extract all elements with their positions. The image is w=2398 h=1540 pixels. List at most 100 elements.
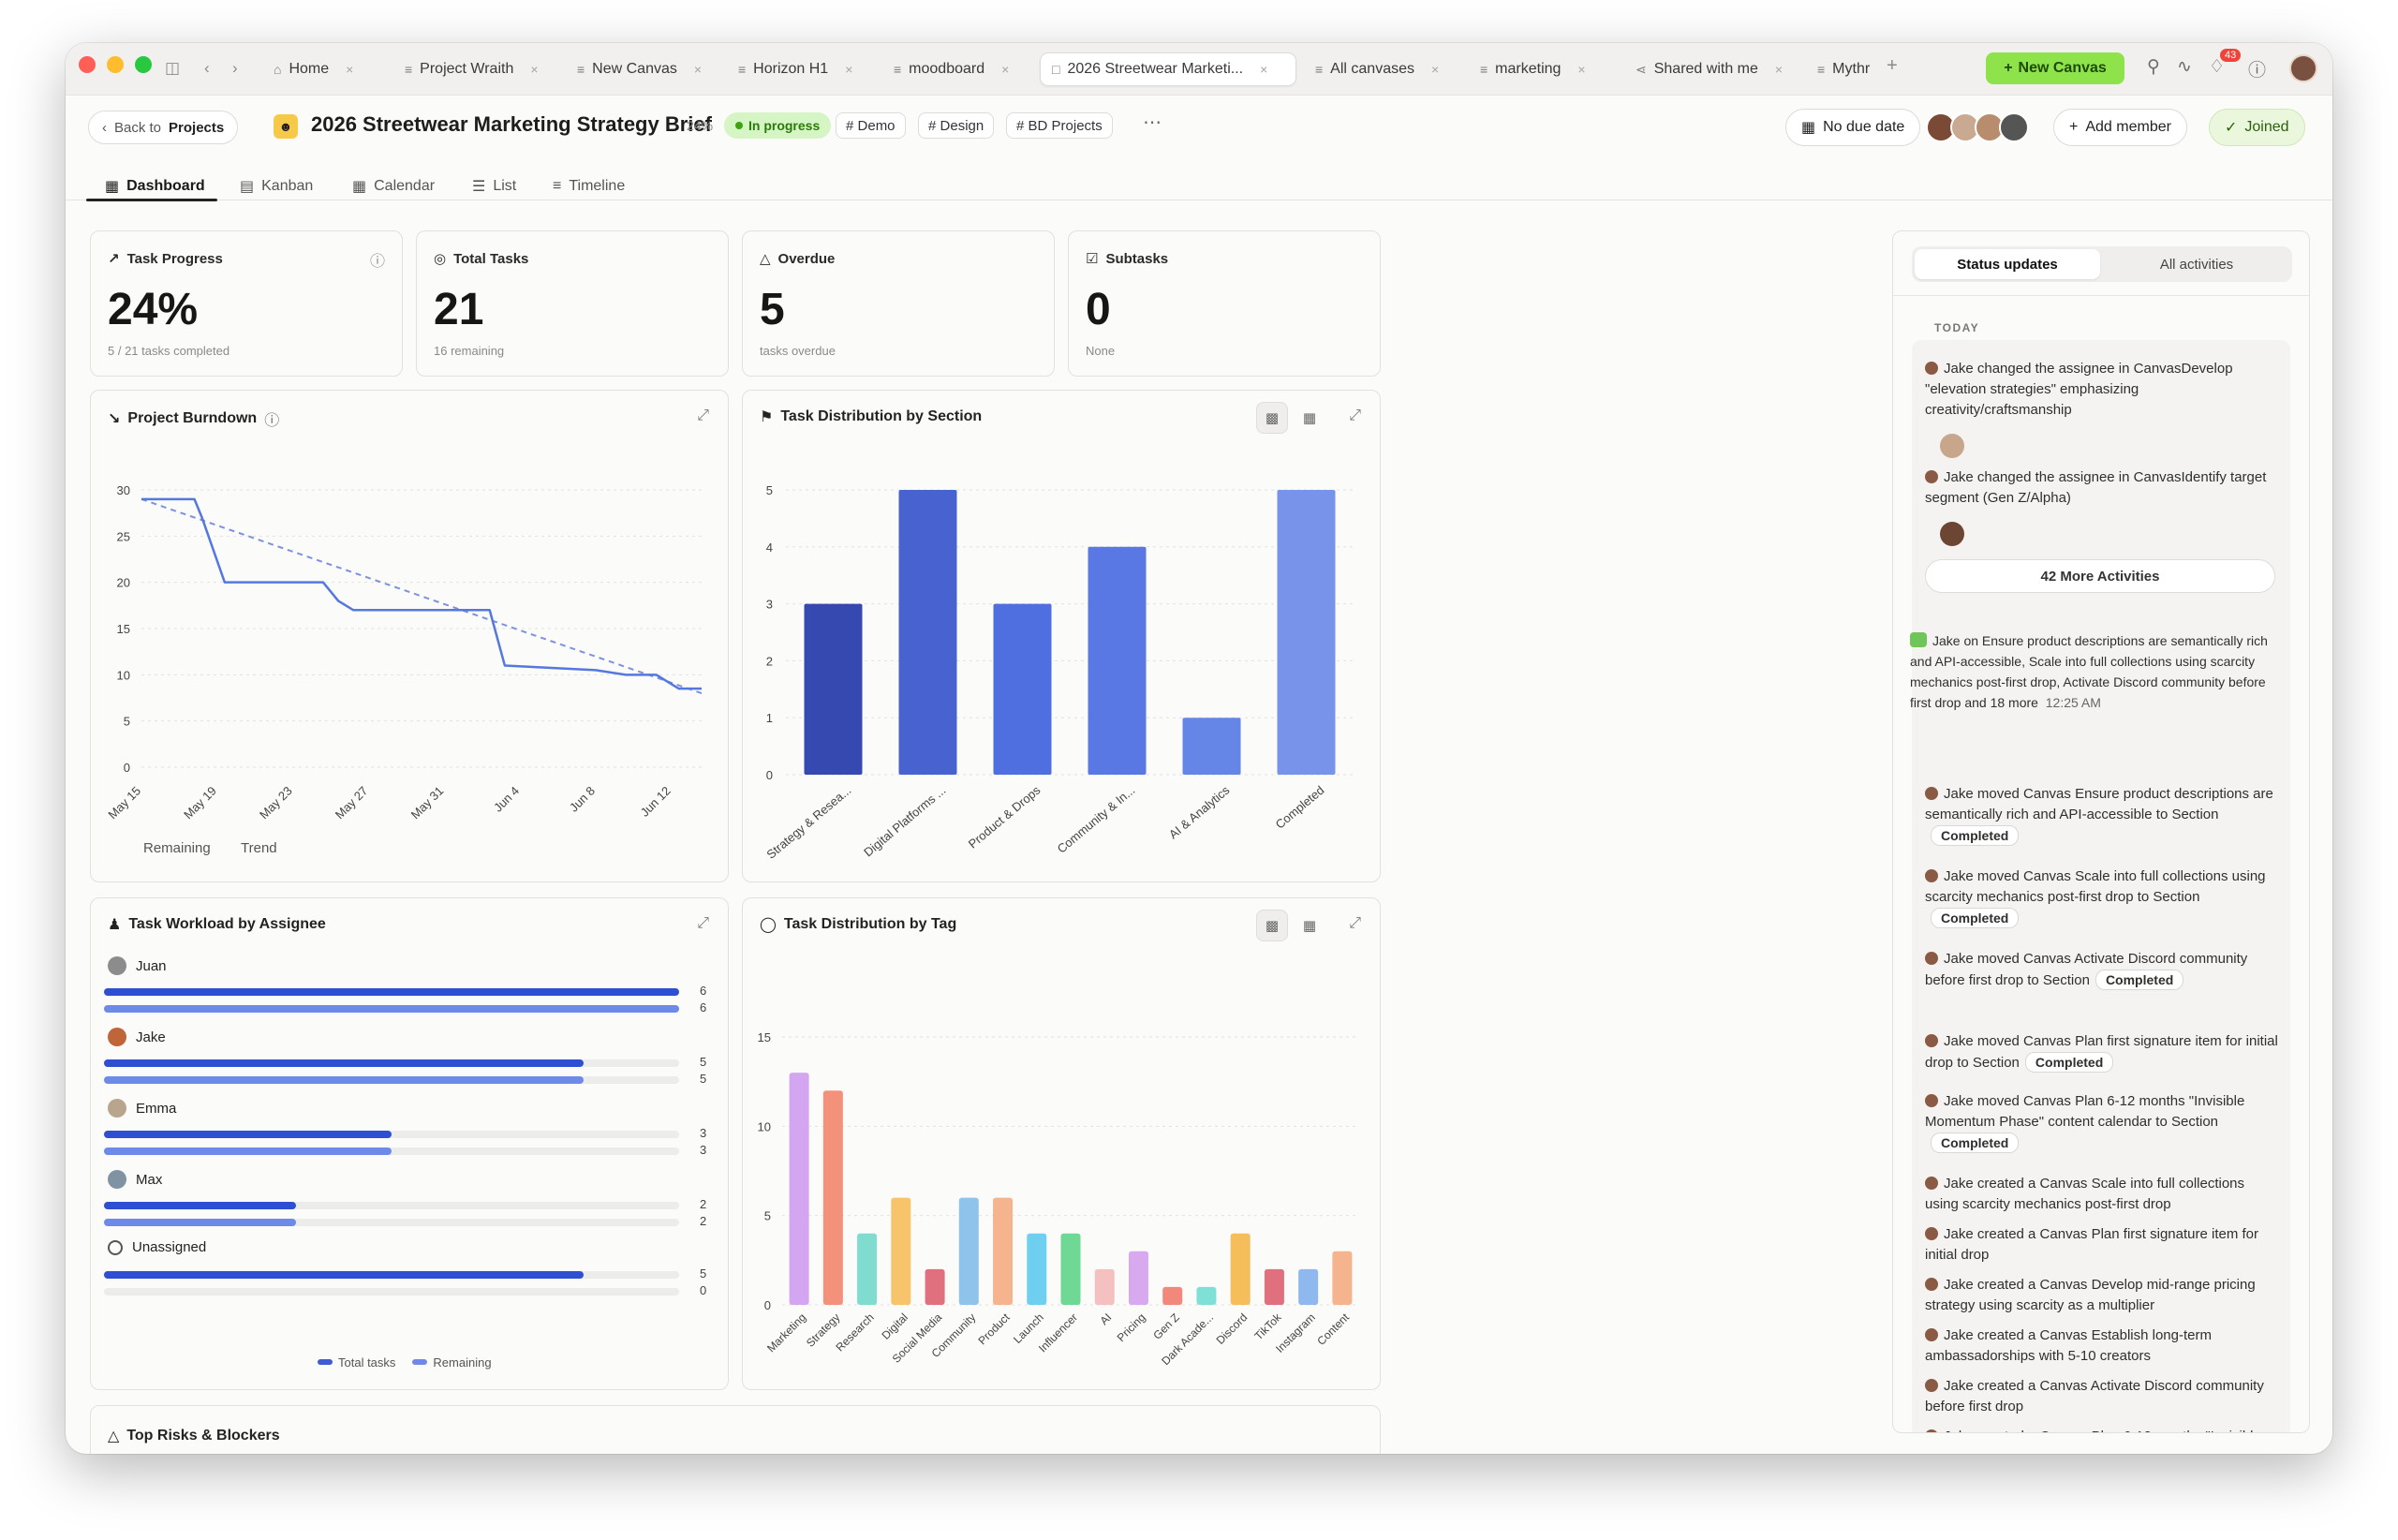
search-icon[interactable]: ⚲	[2147, 56, 2160, 78]
close-tab-icon[interactable]: ×	[1001, 62, 1009, 77]
bar	[1060, 1233, 1081, 1305]
section-pill[interactable]: Completed	[1931, 908, 2020, 928]
tab-timeline[interactable]: ≡ Timeline	[553, 172, 625, 200]
sidebar-toggle-icon[interactable]: ◫	[165, 58, 180, 79]
avatar	[1925, 1094, 1938, 1107]
close-tab-icon[interactable]: ×	[1577, 62, 1585, 77]
stack-icon: ≡	[405, 62, 413, 77]
card-title: Task Distribution by Tag	[783, 916, 957, 932]
expand-icon[interactable]: ⤢	[697, 407, 709, 424]
close-tab-icon[interactable]: ×	[694, 62, 702, 77]
tab-streetwear-brief[interactable]: □ 2026 Streetwear Marketi... ×	[1040, 52, 1296, 86]
close-tab-icon[interactable]: ×	[845, 62, 852, 77]
warning-icon: △	[108, 1429, 120, 1444]
tag-bd-projects[interactable]: # BD Projects	[1006, 112, 1113, 139]
tab-project-wraith[interactable]: ≡ Project Wraith ×	[393, 52, 550, 86]
avatar	[1925, 869, 1938, 882]
joined-button[interactable]: ✓ Joined	[2209, 109, 2305, 146]
tab-marketing[interactable]: ≡ marketing ×	[1469, 52, 1597, 86]
user-avatar[interactable]	[2289, 54, 2317, 82]
kpi-value: 24%	[108, 285, 199, 334]
avatar	[1925, 1379, 1938, 1392]
x-tick-label: AI	[1097, 1310, 1114, 1327]
due-date-button[interactable]: ▦ No due date	[1785, 109, 1921, 146]
tag-demo[interactable]: # Demo	[836, 112, 906, 139]
tab-horizon-h1[interactable]: ≡ Horizon H1 ×	[727, 52, 864, 86]
tab-calendar[interactable]: ▦ Calendar	[352, 172, 435, 200]
member-avatars[interactable]	[1926, 112, 2029, 142]
tab-dashboard[interactable]: ▦ Dashboard	[105, 172, 205, 200]
tab-all-canvases[interactable]: ≡ All canvases ×	[1304, 52, 1450, 86]
workload-value: 2	[700, 1197, 707, 1211]
activity-text: Jake moved Canvas Activate Discord commu…	[1925, 951, 2248, 988]
y-tick-label: 10	[117, 668, 130, 682]
close-tab-icon[interactable]: ×	[1431, 62, 1439, 77]
legend-swatch	[318, 1359, 333, 1365]
info-icon[interactable]: ⓘ	[370, 248, 385, 271]
bar-view-icon[interactable]: ▩	[1256, 402, 1288, 434]
x-tick-label: Pricing	[1115, 1310, 1148, 1344]
activity-icon[interactable]: ∿	[2177, 56, 2192, 78]
section-pill[interactable]: Completed	[1931, 825, 2020, 846]
back-to-projects-button[interactable]: ‹ Back to Projects	[88, 111, 239, 144]
tab-list[interactable]: ☰ List	[472, 172, 516, 200]
divider	[1893, 295, 2309, 296]
avatar	[1925, 1034, 1938, 1047]
avatar	[1940, 434, 1964, 458]
checkbox-icon: ☑	[1086, 251, 1099, 267]
x-tick-label: May 15	[105, 784, 143, 822]
section-pill[interactable]: Completed	[1931, 1133, 2020, 1153]
expand-icon[interactable]: ⤢	[1349, 407, 1361, 424]
status-badge[interactable]: In progress	[724, 112, 832, 139]
trend-down-icon: ↘	[108, 411, 121, 427]
more-options-icon[interactable]: ⋯	[1143, 111, 1162, 134]
tab-home[interactable]: ⌂ Home ×	[262, 52, 364, 86]
group-icon	[1910, 632, 1927, 647]
info-icon[interactable]: ⓘ	[264, 407, 279, 430]
tab-new-canvas[interactable]: ≡ New Canvas ×	[566, 52, 713, 86]
minimize-window-button[interactable]	[107, 56, 124, 73]
y-tick-label: 4	[766, 540, 773, 555]
tab-shared-with-me[interactable]: ⋖ Shared with me ×	[1624, 52, 1794, 86]
more-activities-button[interactable]: 42 More Activities	[1925, 559, 2275, 593]
forward-arrow-icon[interactable]: ›	[232, 58, 238, 79]
expand-icon[interactable]: ⤢	[1349, 915, 1361, 932]
table-view-icon[interactable]: ▦	[1294, 402, 1325, 434]
close-tab-icon[interactable]: ×	[530, 62, 538, 77]
add-member-button[interactable]: + Add member	[2053, 109, 2187, 146]
tab-moodboard[interactable]: ≡ moodboard ×	[882, 52, 1020, 86]
stack-icon: ≡	[738, 62, 747, 77]
bar-view-icon[interactable]: ▩	[1256, 910, 1288, 941]
assignee-name: Juan	[136, 957, 167, 974]
avatar	[108, 1170, 126, 1189]
activity-item: Jake created a Canvas Develop mid-range …	[1925, 1275, 2281, 1316]
tab-kanban[interactable]: ▤ Kanban	[240, 172, 313, 200]
y-tick-label: 15	[758, 1030, 771, 1044]
card-title: Project Burndown	[127, 410, 258, 426]
workload-value: 3	[700, 1143, 707, 1157]
tag-design[interactable]: # Design	[918, 112, 995, 139]
close-tab-icon[interactable]: ×	[1775, 62, 1783, 77]
help-icon[interactable]: ⓘ	[2248, 56, 2266, 81]
back-arrow-icon[interactable]: ‹	[204, 58, 210, 79]
tab-mythr[interactable]: ≡ Mythr	[1806, 52, 1881, 86]
y-tick-label: 2	[766, 654, 773, 668]
x-tick-label: May 27	[333, 784, 371, 822]
assignee-name: Max	[136, 1171, 163, 1188]
table-view-icon[interactable]: ▦	[1294, 910, 1325, 941]
bar	[789, 1073, 809, 1305]
tab-status-updates[interactable]: Status updates	[1915, 249, 2100, 279]
activity-text: Jake created a Canvas Activate Discord c…	[1925, 1378, 2264, 1414]
close-tab-icon[interactable]: ×	[1260, 62, 1267, 77]
y-tick-label: 15	[117, 622, 130, 636]
tab-all-activities[interactable]: All activities	[2104, 249, 2289, 279]
new-tab-plus-icon[interactable]: +	[1887, 55, 1898, 76]
close-tab-icon[interactable]: ×	[346, 62, 353, 77]
section-pill[interactable]: Completed	[2024, 1052, 2114, 1073]
expand-icon[interactable]: ⤢	[697, 915, 709, 932]
close-window-button[interactable]	[79, 56, 96, 73]
new-canvas-button[interactable]: + New Canvas	[1986, 52, 2124, 84]
section-pill[interactable]: Completed	[2095, 970, 2184, 990]
maximize-window-button[interactable]	[135, 56, 152, 73]
burndown-card: ↘ Project Burndown ⓘ ⤢ 0 5 10 15 20 25 30 May 15 M…	[90, 390, 729, 882]
